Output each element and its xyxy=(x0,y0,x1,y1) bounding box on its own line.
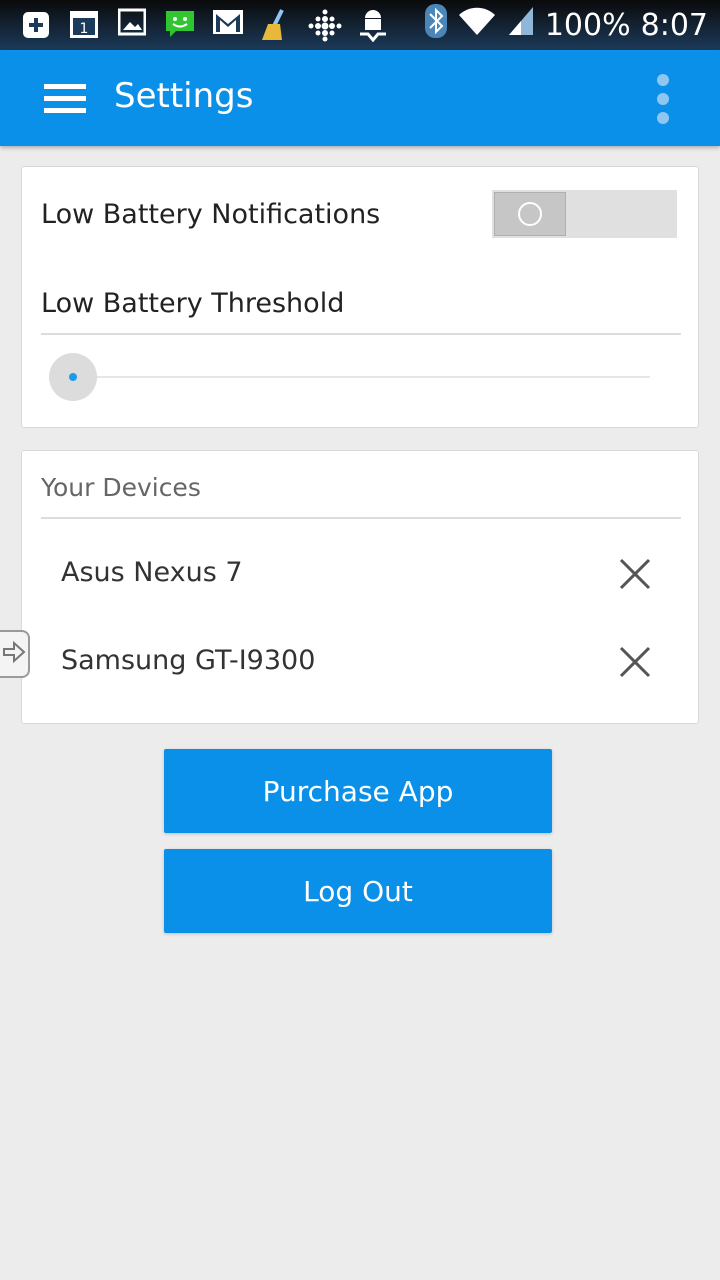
device-item-name: Samsung GT-I9300 xyxy=(61,645,316,676)
image-icon xyxy=(118,8,146,36)
low-battery-notifications-label: Low Battery Notifications xyxy=(41,199,381,230)
broom-icon xyxy=(258,8,292,42)
status-bar: 1 100% 8:07 xyxy=(0,0,720,50)
divider xyxy=(41,333,681,335)
log-out-button[interactable]: Log Out xyxy=(164,849,552,933)
clock: 8:07 xyxy=(640,7,708,43)
battery-text: 100% xyxy=(544,7,631,43)
menu-icon[interactable] xyxy=(44,84,86,114)
page-title: Settings xyxy=(114,76,254,116)
arrow-right-icon xyxy=(2,640,26,667)
overflow-menu-icon[interactable] xyxy=(654,74,674,124)
device-item-name: Asus Nexus 7 xyxy=(61,557,243,588)
threshold-slider-thumb[interactable] xyxy=(49,353,97,401)
wifi-icon xyxy=(457,5,497,45)
signal-icon xyxy=(507,5,535,45)
toggle-knob xyxy=(494,192,566,236)
add-icon xyxy=(22,11,50,39)
svg-text:1: 1 xyxy=(80,21,89,37)
low-battery-notifications-toggle[interactable] xyxy=(492,190,677,238)
low-battery-threshold-label: Low Battery Threshold xyxy=(41,288,345,319)
edge-handle[interactable] xyxy=(0,630,30,678)
devices-section-header: Your Devices xyxy=(41,473,201,502)
threshold-slider-track[interactable] xyxy=(72,376,650,378)
notification-settings-card: Low Battery Notifications Low Battery Th… xyxy=(21,166,699,428)
gmail-icon xyxy=(212,8,244,36)
remove-device-icon[interactable] xyxy=(618,645,652,679)
message-icon xyxy=(164,8,196,40)
fitbit-icon xyxy=(308,8,342,42)
calendar-icon: 1 xyxy=(68,8,100,40)
divider xyxy=(41,517,681,519)
status-right: 100% 8:07 xyxy=(424,0,708,50)
android-download-icon xyxy=(358,8,388,42)
remove-device-icon[interactable] xyxy=(618,557,652,591)
devices-card: Your Devices Asus Nexus 7 Samsung GT-I93… xyxy=(21,450,699,724)
app-bar: Settings xyxy=(0,50,720,146)
purchase-app-button[interactable]: Purchase App xyxy=(164,749,552,833)
bluetooth-icon xyxy=(424,4,447,46)
